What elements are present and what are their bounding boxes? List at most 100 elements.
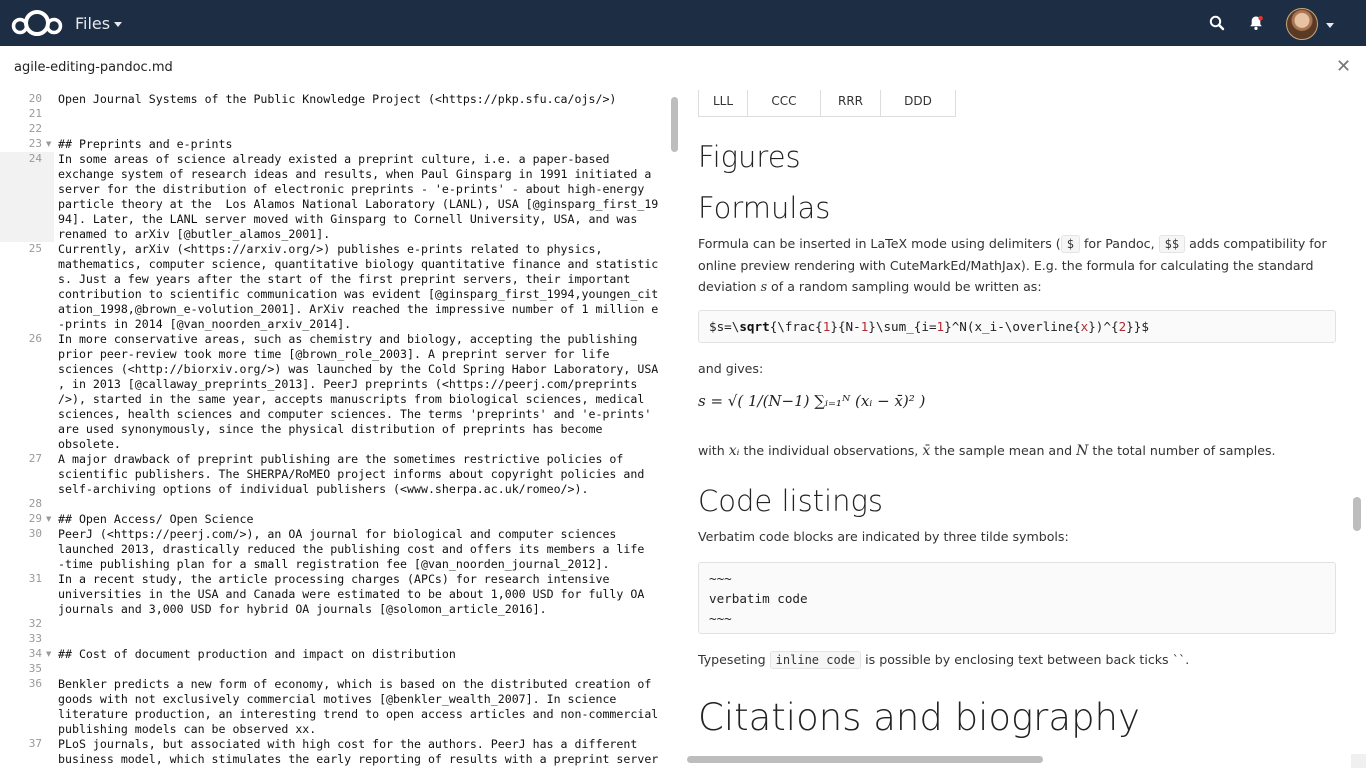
- heading-code-listings: Code listings: [698, 484, 884, 518]
- line-number: 20: [28, 92, 42, 105]
- code-line[interactable]: Open Journal Systems of the Public Knowl…: [58, 92, 616, 107]
- avatar[interactable]: [1286, 8, 1318, 40]
- scroll-corner: [1351, 754, 1366, 768]
- formula-paragraph: Formula can be inserted in LaTeX mode us…: [698, 235, 1327, 294]
- chevron-down-icon[interactable]: [114, 22, 122, 27]
- code-line[interactable]: Currently, arXiv (<https://arxiv.org/>) …: [58, 242, 602, 257]
- code-line[interactable]: s. Just a few years after the start of t…: [58, 272, 630, 287]
- code-line[interactable]: ## Preprints and e-prints: [58, 137, 233, 152]
- verbatim-code-block: ~~~ verbatim code ~~~: [698, 562, 1336, 634]
- code-line: verbatim code: [709, 591, 808, 606]
- line-number: 37: [28, 737, 42, 750]
- code-line[interactable]: scientific publishers. The SHERPA/RoMEO …: [58, 467, 644, 482]
- code-line[interactable]: are used synonymously, since the physica…: [58, 422, 602, 437]
- code-line[interactable]: launched 2013, drastically reduced the p…: [58, 542, 644, 557]
- chevron-down-icon[interactable]: [1326, 23, 1334, 28]
- file-name: agile-editing-pandoc.md: [14, 60, 173, 75]
- line-number: 33: [28, 632, 42, 645]
- code-line: ~~~: [709, 571, 732, 586]
- line-number: 35: [28, 662, 42, 675]
- code-line[interactable]: In more conservative areas, such as chem…: [58, 332, 637, 347]
- table-cell: RRR: [821, 90, 881, 116]
- table-cell: CCC: [748, 90, 821, 116]
- code-line[interactable]: A major drawback of preprint publishing …: [58, 452, 623, 467]
- code-line[interactable]: goods with not exclusively commercial mo…: [58, 692, 616, 707]
- line-number: 32: [28, 617, 42, 630]
- formula-text: s = √( 1/(N−1) ∑ᵢ₌₁ᴺ (xᵢ − x̄)² ): [698, 392, 926, 410]
- line-number: 29: [28, 512, 42, 525]
- code-line[interactable]: universities in the USA and Canada were …: [58, 587, 644, 602]
- preview-scrollbar[interactable]: [1353, 497, 1361, 531]
- code-line[interactable]: literature production, an interesting tr…: [58, 707, 658, 722]
- code-line[interactable]: PeerJ (<https://peerj.com/>), an OA jour…: [58, 527, 616, 542]
- code-line[interactable]: exchange system of research ideas and re…: [58, 167, 651, 182]
- code-line[interactable]: server for the distribution of electroni…: [58, 182, 644, 197]
- code-line[interactable]: sciences, health sciences and computer s…: [58, 407, 651, 422]
- active-line-highlight: [0, 167, 54, 182]
- search-icon[interactable]: [1209, 15, 1225, 31]
- table-cell: LLL: [699, 90, 748, 116]
- active-line-highlight: [0, 227, 54, 242]
- code-line[interactable]: PLoS journals, but associated with high …: [58, 737, 637, 752]
- markdown-preview: LLL CCC RRR DDD Figures Formulas Formula…: [684, 90, 1366, 768]
- preview-table: LLL CCC RRR DDD: [698, 90, 956, 117]
- top-navigation-bar: Files: [0, 0, 1366, 46]
- line-number: 22: [28, 122, 42, 135]
- horizontal-scrollbar[interactable]: [687, 756, 1043, 763]
- editor-scrollbar[interactable]: [671, 97, 678, 152]
- code-line[interactable]: journals and 3,000 USD for hybrid OA jou…: [58, 602, 547, 617]
- fold-arrow-icon[interactable]: ▼: [46, 140, 51, 148]
- heading-formulas: Formulas: [698, 191, 831, 225]
- formula-source: $s=\sqrt{\frac{1}{N-1}\sum_{i=1}^N(x_i-\…: [709, 319, 1149, 334]
- table-cell: DDD: [904, 94, 932, 108]
- code-line: ~~~: [709, 611, 732, 626]
- code-line[interactable]: ## Cost of document production and impac…: [58, 647, 456, 662]
- file-header: agile-editing-pandoc.md ✕: [0, 46, 1366, 90]
- variables-paragraph: with xᵢ the individual observations, x̄ …: [698, 443, 1276, 459]
- code-line[interactable]: contribution to scientific communication…: [58, 287, 658, 302]
- code-line[interactable]: ation_1998,@brown_e-volution_2001]. ArXi…: [58, 302, 658, 317]
- code-line[interactable]: -prints in 2014 [@van_noorden_arxiv_2014…: [58, 317, 351, 332]
- formula-code-block: $s=\sqrt{\frac{1}{N-1}\sum_{i=1}^N(x_i-\…: [698, 310, 1336, 343]
- code-line[interactable]: renamed to arXiv [@butler_alamos_2001].: [58, 227, 330, 242]
- code-line[interactable]: />), started in the same year, accepts m…: [58, 392, 644, 407]
- code-line[interactable]: ## Open Access/ Open Science: [58, 512, 253, 527]
- inline-code: $: [1060, 235, 1080, 253]
- bell-icon[interactable]: [1248, 15, 1264, 31]
- line-number: 26: [28, 332, 42, 345]
- inline-code: inline code: [769, 651, 862, 669]
- line-number: 31: [28, 572, 42, 585]
- and-gives-text: and gives:: [698, 361, 764, 376]
- code-line[interactable]: self-archiving options of individual pub…: [58, 482, 588, 497]
- fold-arrow-icon[interactable]: ▼: [46, 515, 51, 523]
- line-number: 27: [28, 452, 42, 465]
- code-line[interactable]: business model, which stimulates the ear…: [58, 752, 658, 767]
- code-line[interactable]: prior peer-review took more time [@brown…: [58, 347, 609, 362]
- code-line[interactable]: sciences (<http://biorxiv.org/>) was lau…: [58, 362, 658, 377]
- app-menu-label[interactable]: Files: [75, 14, 110, 33]
- verbatim-paragraph: Verbatim code blocks are indicated by th…: [698, 529, 1069, 544]
- line-number: 28: [28, 497, 42, 510]
- heading-citations: Citations and biography: [698, 696, 1140, 739]
- code-line[interactable]: Benkler predicts a new form of economy, …: [58, 677, 651, 692]
- code-line[interactable]: publishing models can be observed xx.: [58, 722, 316, 737]
- active-line-highlight: [0, 212, 54, 227]
- code-line[interactable]: In some areas of science already existed…: [58, 152, 609, 167]
- code-line[interactable]: mathematics, computer science, quantitat…: [58, 257, 658, 272]
- active-line-highlight: [0, 182, 54, 197]
- line-number: 34: [28, 647, 42, 660]
- fold-arrow-icon[interactable]: ▼: [46, 650, 51, 658]
- line-number: 25: [28, 242, 42, 255]
- cloud-logo-icon[interactable]: [10, 8, 64, 38]
- close-button[interactable]: ✕: [1336, 56, 1351, 77]
- code-line[interactable]: 94]. Later, the LANL server moved with G…: [58, 212, 637, 227]
- code-line[interactable]: obsolete.: [58, 437, 121, 452]
- markdown-editor[interactable]: 20 Open Journal Systems of the Public Kno…: [0, 90, 684, 768]
- code-line[interactable]: particle theory at the Los Alamos Nation…: [58, 197, 658, 212]
- code-line[interactable]: -time publishing plan for a small regist…: [58, 557, 609, 572]
- inline-code-paragraph: Typeseting inline code is possible by en…: [698, 651, 1190, 669]
- code-line[interactable]: In a recent study, the article processin…: [58, 572, 609, 587]
- code-line[interactable]: , in 2013 [@callaway_preprints_2013]. Pe…: [58, 377, 637, 392]
- heading-figures: Figures: [698, 140, 801, 174]
- line-number: 24: [28, 152, 42, 165]
